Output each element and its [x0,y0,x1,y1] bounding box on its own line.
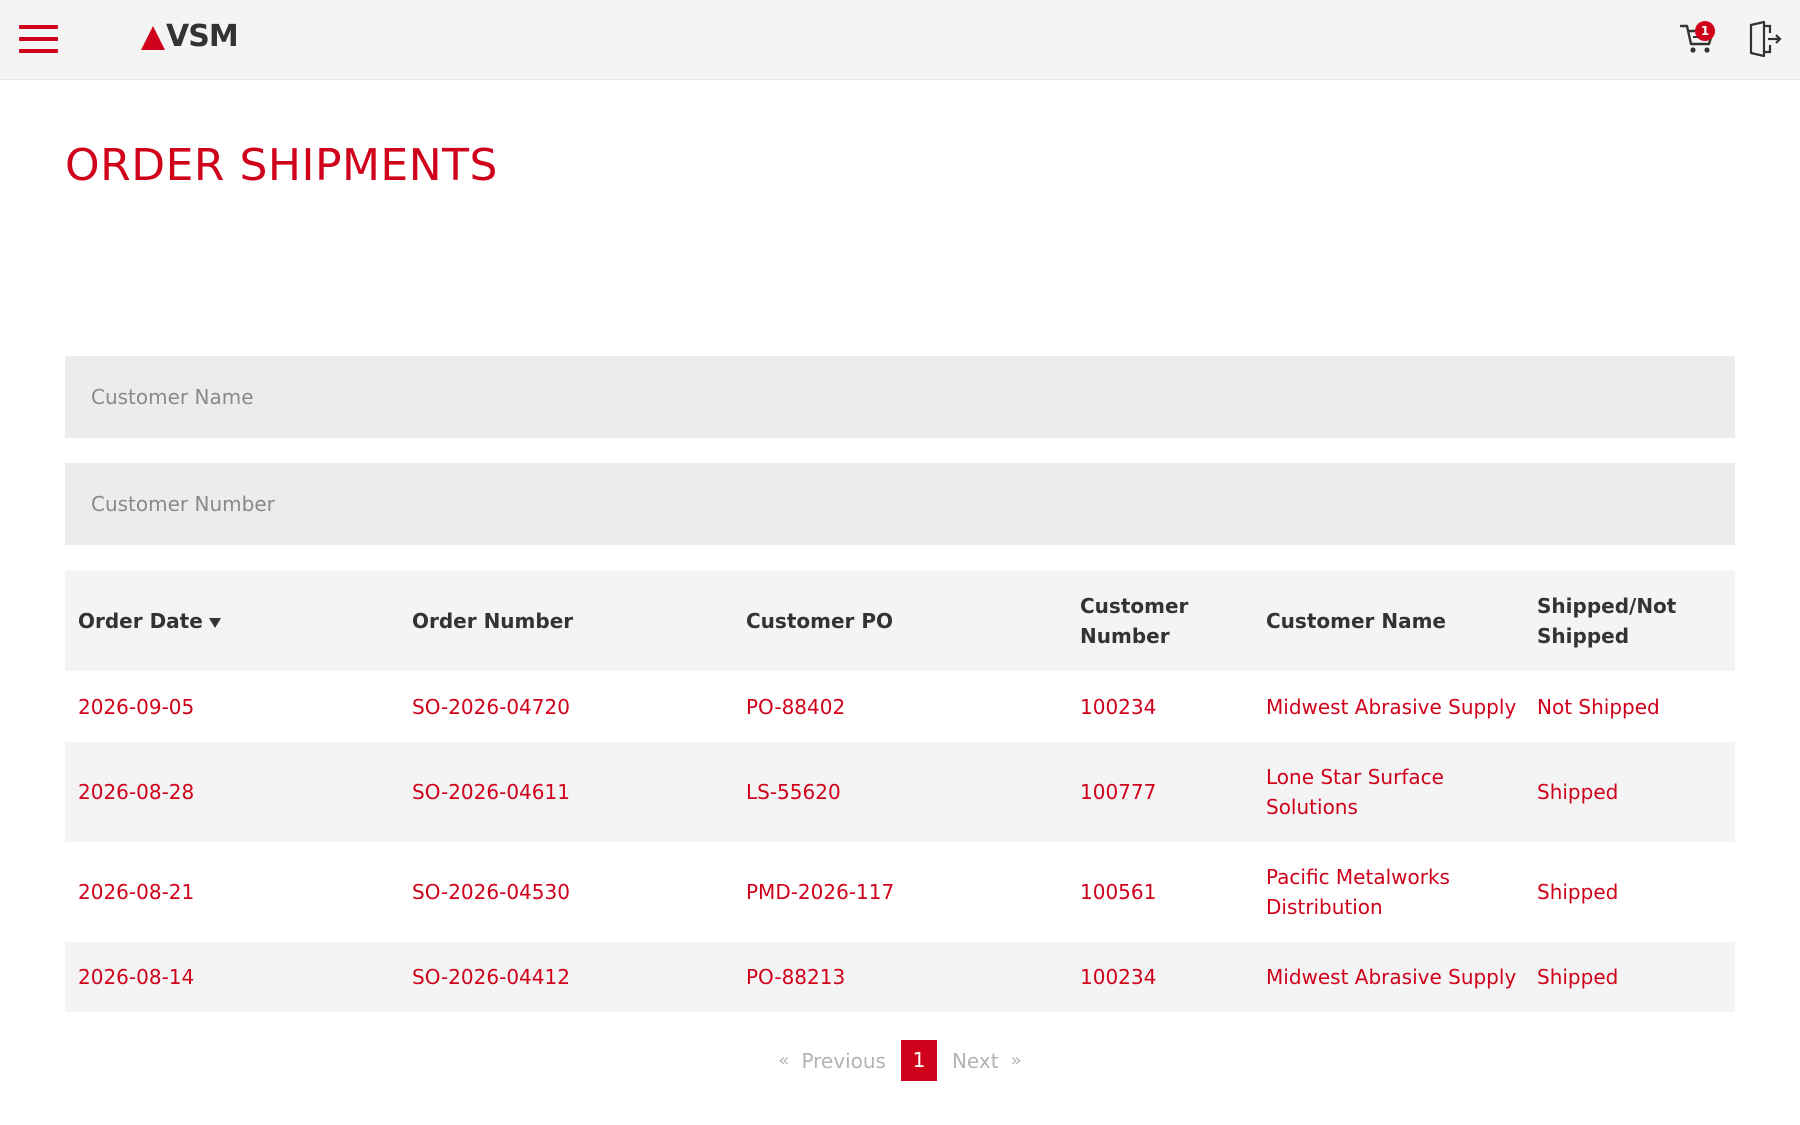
logo-triangle-icon [141,26,165,50]
customer-name-input[interactable] [65,356,1735,438]
customer-name-link[interactable]: Lone Star Surface Solutions [1266,765,1444,819]
customer-name-link[interactable]: Midwest Abrasive Supply [1266,695,1516,719]
table-row: 2026-08-14 SO-2026-04412 PO-88213 100234… [65,942,1735,1012]
current-page-button[interactable]: 1 [900,1040,937,1081]
customer-po-link[interactable]: LS-55620 [746,780,841,804]
customer-po-link[interactable]: PMD-2026-117 [746,880,894,904]
table-header-row: Order Date Order Number Customer PO Cust… [65,571,1735,671]
customer-number-link[interactable]: 100234 [1080,965,1156,989]
order-date-link[interactable]: 2026-08-21 [78,880,194,904]
table-row: 2026-08-28 SO-2026-04611 LS-55620 100777… [65,742,1735,842]
menu-icon[interactable] [19,25,58,53]
pagination: « Previous 1 Next » [0,1040,1800,1081]
logo-text: VSM [166,19,239,54]
top-bar: VSM 1 [0,0,1800,80]
order-number-link[interactable]: SO-2026-04720 [412,695,570,719]
column-header-shipped[interactable]: Shipped/Not Shipped [1524,571,1735,671]
order-date-link[interactable]: 2026-09-05 [78,695,194,719]
table-row: 2026-08-21 SO-2026-04530 PMD-2026-117 10… [65,842,1735,942]
sort-down-icon[interactable] [208,617,221,628]
page-title: ORDER SHIPMENTS [65,140,498,191]
column-header-customer-name[interactable]: Customer Name [1253,571,1524,671]
customer-number-link[interactable]: 100234 [1080,695,1156,719]
order-date-link[interactable]: 2026-08-28 [78,780,194,804]
column-header-order-date[interactable]: Order Date [65,571,399,671]
column-header-customer-number[interactable]: Customer Number [1067,571,1253,671]
shipped-status-link[interactable]: Shipped [1537,880,1618,904]
customer-number-input[interactable] [65,463,1735,545]
shipped-status-link[interactable]: Not Shipped [1537,695,1660,719]
next-page-link[interactable]: Next [952,1049,999,1073]
order-date-header-label: Order Date [78,609,203,633]
customer-number-link[interactable]: 100561 [1080,880,1156,904]
customer-number-link[interactable]: 100777 [1080,780,1156,804]
cart-count-badge: 1 [1695,21,1715,41]
shipped-status-link[interactable]: Shipped [1537,780,1618,804]
table-row: 2026-09-05 SO-2026-04720 PO-88402 100234… [65,671,1735,742]
first-page-chevron[interactable]: « [778,1050,789,1071]
previous-page-link[interactable]: Previous [801,1049,886,1073]
column-header-customer-po[interactable]: Customer PO [733,571,1067,671]
customer-name-link[interactable]: Midwest Abrasive Supply [1266,965,1516,989]
order-number-link[interactable]: SO-2026-04412 [412,965,570,989]
last-page-chevron[interactable]: » [1011,1050,1022,1071]
order-date-link[interactable]: 2026-08-14 [78,965,194,989]
customer-po-link[interactable]: PO-88402 [746,695,845,719]
customer-name-link[interactable]: Pacific Metalworks Distribution [1266,865,1450,919]
logout-icon[interactable] [1748,20,1782,58]
order-number-link[interactable]: SO-2026-04530 [412,880,570,904]
order-shipments-table: Order Date Order Number Customer PO Cust… [65,571,1735,1012]
column-header-order-number[interactable]: Order Number [399,571,733,671]
order-number-link[interactable]: SO-2026-04611 [412,780,570,804]
customer-po-link[interactable]: PO-88213 [746,965,845,989]
shipped-status-link[interactable]: Shipped [1537,965,1618,989]
logo[interactable]: VSM [141,19,239,54]
